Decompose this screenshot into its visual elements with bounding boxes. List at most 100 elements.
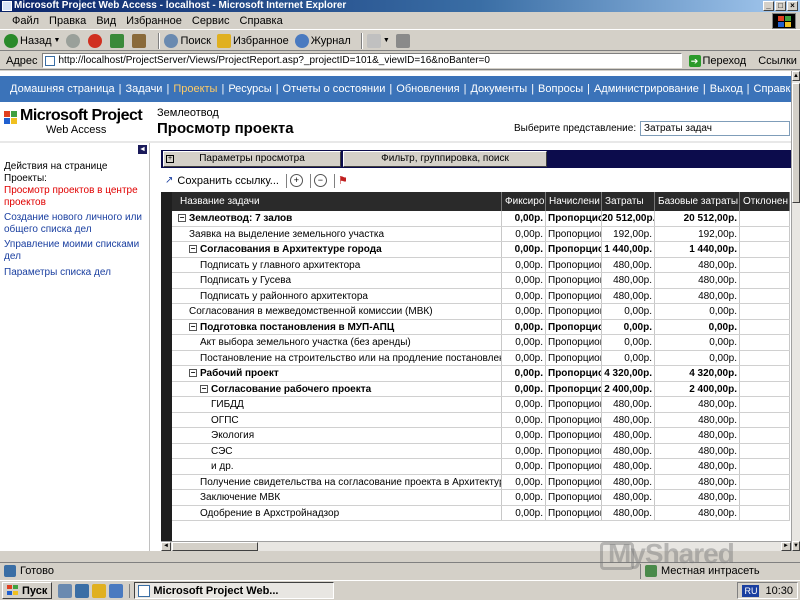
quicklaunch-desktop-icon[interactable] <box>58 583 73 598</box>
favorites-button[interactable]: Избранное <box>216 33 289 48</box>
table-row[interactable]: Постановление на строительство или на пр… <box>172 350 790 366</box>
cell-accrual: Пропорцион <box>546 242 602 257</box>
task-name-text: Подписать у Гусева <box>200 275 292 286</box>
quicklaunch-ie-icon[interactable] <box>75 583 90 598</box>
scroll-left-icon[interactable]: ◄ <box>161 542 171 551</box>
menu-file[interactable]: Файл <box>12 15 39 27</box>
nav-admin[interactable]: Администрирование <box>590 83 703 95</box>
tab-filter[interactable]: Фильтр, группировка, поиск <box>343 151 547 167</box>
stop-button[interactable] <box>88 33 104 48</box>
nav-tasks[interactable]: Задачи <box>122 83 167 95</box>
table-row[interactable]: Заявка на выделение земельного участка 0,… <box>172 226 790 242</box>
address-input[interactable]: http://localhost/ProjectServer/Views/Pro… <box>41 53 682 68</box>
search-button[interactable]: Поиск <box>164 33 211 48</box>
maximize-button[interactable]: □ <box>775 1 786 11</box>
nav-updates[interactable]: Обновления <box>392 83 463 95</box>
nav-logout[interactable]: Выход <box>706 83 747 95</box>
history-button[interactable]: Журнал <box>294 33 351 48</box>
scroll-right-icon[interactable]: ► <box>781 542 791 551</box>
table-row[interactable]: −Рабочий проект0,00р.Пропорцион4 320,00р… <box>172 366 790 382</box>
col-task-name[interactable]: Название задачи <box>172 192 502 211</box>
collapse-icon[interactable]: − <box>200 384 208 393</box>
table-row[interactable]: − Подготовка постановления в МУП-АПЦ 0,00р… <box>172 319 790 335</box>
mail-button[interactable]: ▼ <box>366 33 390 48</box>
quicklaunch-explorer-icon[interactable] <box>109 583 124 598</box>
quicklaunch-outlook-icon[interactable] <box>92 583 107 598</box>
taskbar-ie-window[interactable]: Microsoft Project Web... <box>134 582 335 599</box>
view-select-label: Выберите представление: <box>514 123 637 134</box>
scroll-up-icon[interactable]: ▲ <box>792 71 800 81</box>
table-row[interactable]: СЭС 0,00р. Пропорцион 480,00р. 480,00р. <box>172 443 790 459</box>
page-vertical-scrollbar[interactable]: ▲ ▼ <box>791 71 800 551</box>
menu-view[interactable]: Вид <box>96 15 116 27</box>
forward-button[interactable] <box>66 33 82 48</box>
table-row[interactable]: Подписать у главного архитектора 0,00р. Пр… <box>172 257 790 273</box>
scroll-down-icon[interactable]: ▼ <box>792 541 800 551</box>
link-view-projects[interactable]: Просмотр проектов в центре проектов <box>4 185 146 209</box>
back-dropdown-icon[interactable]: ▼ <box>54 37 61 44</box>
table-row[interactable]: Одобрение в Архстройнадзор 0,00р. Пропорци… <box>172 505 790 521</box>
nav-status-reports[interactable]: Отчеты о состоянии <box>279 83 390 95</box>
nav-projects[interactable]: Проекты <box>169 83 221 95</box>
cell-task-name: − Рабочий проект <box>172 366 502 381</box>
table-row[interactable]: Подписать у Гусева 0,00р. Пропорцион 480,00… <box>172 273 790 289</box>
language-indicator[interactable]: RU <box>742 584 760 597</box>
table-row[interactable]: Акт выбора земельного участка (без аренд… <box>172 335 790 351</box>
save-link-button[interactable]: Сохранить ссылку... <box>177 175 279 187</box>
start-label: Пуск <box>22 584 48 597</box>
menu-edit[interactable]: Правка <box>49 15 86 27</box>
close-button[interactable]: × <box>787 1 798 11</box>
link-manage-todos[interactable]: Управление моими списками дел <box>4 239 146 263</box>
zoom-out-icon[interactable]: − <box>313 174 327 187</box>
menu-favorites[interactable]: Избранное <box>126 15 182 27</box>
collapse-icon[interactable]: − <box>178 214 186 223</box>
links-label[interactable]: Ссылки <box>758 55 797 67</box>
table-row[interactable]: Получение свидетельства на согласование … <box>172 474 790 490</box>
menu-tools[interactable]: Сервис <box>192 15 230 27</box>
table-row[interactable]: Экология 0,00р. Пропорцион 480,00р. 480,00р. <box>172 428 790 444</box>
table-row[interactable]: −Землеотвод: 7 залов0,00р.Пропорцион20 5… <box>172 211 790 227</box>
link-todo-options[interactable]: Параметры списка дел <box>4 267 146 279</box>
collapse-icon[interactable]: − <box>189 245 197 254</box>
table-row[interactable]: Согласования в межведомственной комиссии… <box>172 304 790 320</box>
cell-cost: 480,00р. <box>602 273 655 288</box>
print-button[interactable] <box>395 33 412 48</box>
table-row[interactable]: ОГПС 0,00р. Пропорцион 480,00р. 480,00р. <box>172 412 790 428</box>
menu-help[interactable]: Справка <box>240 15 283 27</box>
table-row[interactable]: − Согласование рабочего проекта 0,00р. Проп… <box>172 381 790 397</box>
view-select[interactable]: Затраты задач <box>640 121 790 136</box>
refresh-button[interactable] <box>110 33 126 48</box>
nav-resources[interactable]: Ресурсы <box>224 83 275 95</box>
col-fixed-cost[interactable]: Фиксиро <box>502 192 546 211</box>
table-row[interactable]: − Согласования в Архитектуре города 0,00р.… <box>172 242 790 258</box>
zoom-in-icon[interactable]: + <box>289 174 303 187</box>
table-row[interactable]: и др. 0,00р. Пропорцион 480,00р. 480,00р. <box>172 459 790 475</box>
nav-help[interactable]: Справка <box>750 83 791 95</box>
collapse-icon[interactable]: − <box>189 322 197 331</box>
back-button[interactable]: Назад ▼ <box>4 33 61 48</box>
scroll-thumb[interactable] <box>792 83 800 203</box>
nav-issues[interactable]: Вопросы <box>534 83 587 95</box>
collapse-panel-icon[interactable]: ◄ <box>138 145 147 154</box>
table-row[interactable]: ГИБДД 0,00р. Пропорцион 480,00р. 480,00р. <box>172 397 790 413</box>
table-row[interactable]: Подписать у районного архитектора 0,00р. П… <box>172 288 790 304</box>
col-cost[interactable]: Затраты <box>602 192 655 211</box>
go-button[interactable]: ➔ Переход <box>688 54 746 67</box>
minimize-button[interactable]: _ <box>763 1 774 11</box>
collapse-icon[interactable]: − <box>189 369 197 378</box>
start-button[interactable]: Пуск <box>2 582 53 599</box>
nav-home[interactable]: Домашняя страница <box>6 83 119 95</box>
link-create-todo[interactable]: Создание нового личного или общего списк… <box>4 212 146 236</box>
table-row[interactable]: Заключение МВК 0,00р. Пропорцион 480,00р. 48… <box>172 490 790 506</box>
goto-task-icon[interactable]: ⚑ <box>338 174 348 187</box>
cell-baseline-cost: 480,00р. <box>655 412 740 427</box>
nav-documents[interactable]: Документы <box>466 83 531 95</box>
tab-view-options[interactable]: + Параметры просмотра <box>163 151 341 167</box>
scroll-thumb[interactable] <box>172 542 258 551</box>
col-variance[interactable]: Отклонен <box>740 192 790 211</box>
col-accrual[interactable]: Начислени <box>546 192 602 211</box>
link-arrow-icon: ↗ <box>165 175 174 186</box>
col-baseline-cost[interactable]: Базовые затраты <box>655 192 740 211</box>
page-status-icon <box>4 565 16 577</box>
home-button[interactable] <box>132 33 148 48</box>
